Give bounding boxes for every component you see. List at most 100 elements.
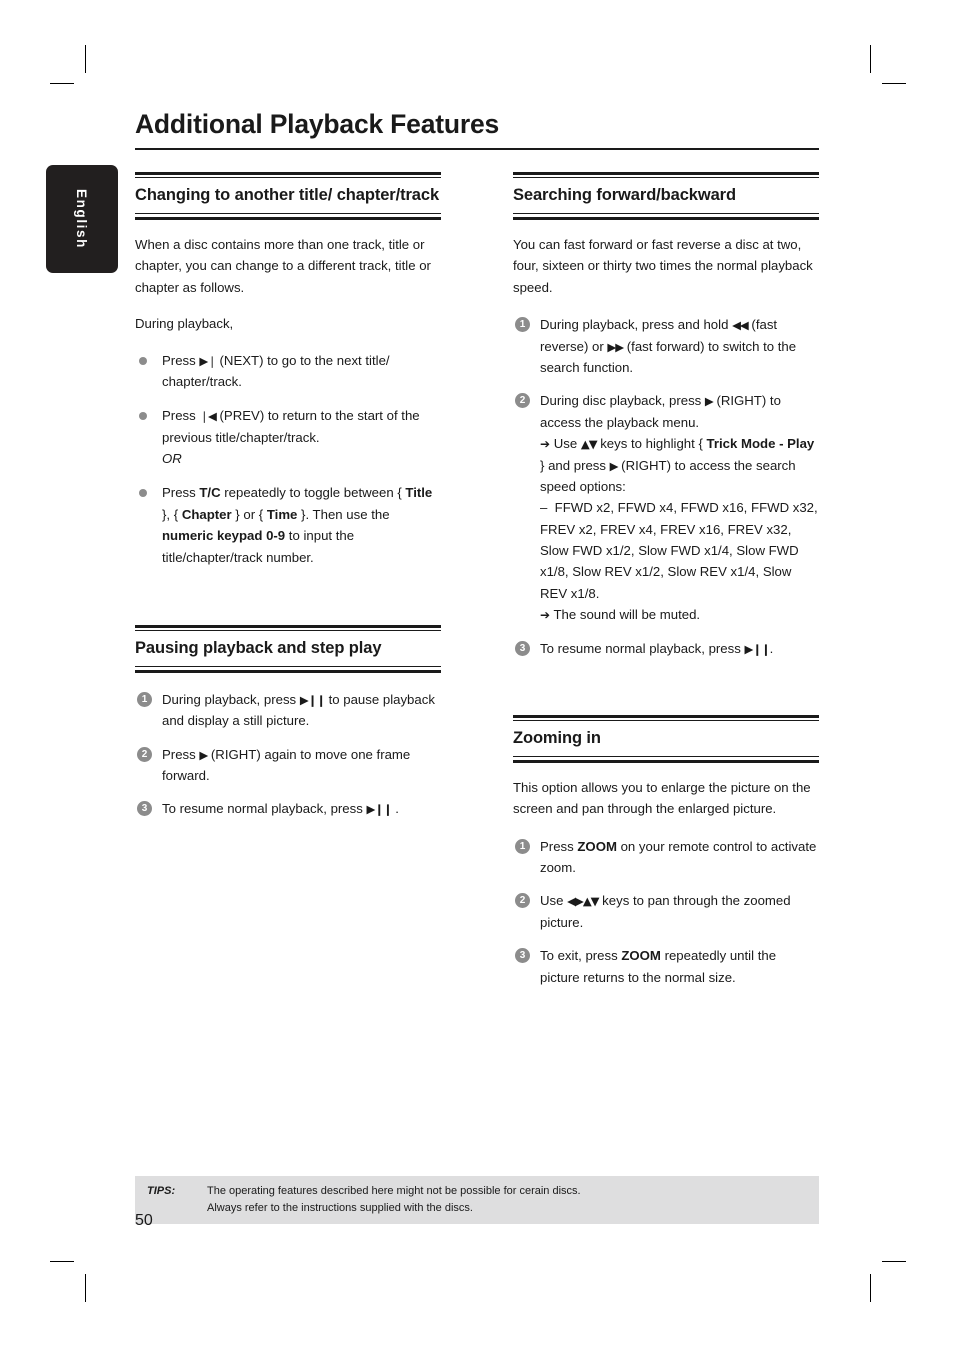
step-text-before: Use	[540, 893, 568, 909]
tips-content: TIPS: The operating features described h…	[135, 1183, 819, 1216]
numbered-step-list: 1 During playback, press ▶❙❙ to pause pl…	[135, 689, 441, 820]
fast-forward-icon: ▶▶	[607, 339, 624, 354]
sub-text-mid2: } and press	[540, 457, 610, 473]
step-text-before: To resume normal playback, press	[540, 640, 745, 656]
step-text-after: .	[391, 801, 399, 817]
sub-note-muted: The sound will be muted.	[550, 607, 701, 623]
search-speed-options: FFWD x2, FFWD x4, FFWD x16, FFWD x32, FR…	[540, 500, 818, 601]
menu-option-chapter: Chapter	[181, 506, 232, 522]
list-item: 3 To resume normal playback, press ▶❙❙.	[513, 638, 819, 659]
section-searching-forward-backward: Searching forward/backward You can fast …	[513, 172, 819, 659]
intro-paragraph: When a disc contains more than one track…	[135, 237, 431, 295]
tips-label: TIPS:	[147, 1185, 176, 1197]
or-note: OR	[162, 451, 182, 467]
page-number: 50	[135, 1212, 153, 1229]
menu-option-time: Time	[266, 506, 298, 522]
lead-in-paragraph: During playback,	[135, 316, 234, 332]
numbered-step-list: 1 During playback, press and hold ◀◀ (fa…	[513, 314, 819, 659]
bullet-dot-icon	[139, 356, 147, 365]
bullet-dot-icon	[139, 489, 147, 498]
crop-mark-top-left-vertical	[85, 45, 86, 73]
key-label-zoom: ZOOM	[577, 838, 617, 854]
language-tab: English	[46, 165, 118, 273]
step-text-before: To exit, press	[540, 948, 622, 964]
bullet-text-mid3: } or {	[231, 506, 267, 522]
list-item: 1 During playback, press ▶❙❙ to pause pl…	[135, 689, 441, 732]
right-arrow-icon: ▶	[704, 394, 714, 409]
list-item: 2 Use ◀▶▲▼ keys to pan through the zoome…	[513, 890, 819, 933]
right-arrow-icon: ▶	[609, 458, 619, 473]
tips-box: TIPS: The operating features described h…	[135, 1176, 819, 1224]
bullet-text-mid2: }, {	[162, 506, 182, 522]
step-number-badge: 3	[515, 640, 530, 656]
tips-line-2: Always refer to the instructions supplie…	[207, 1201, 473, 1214]
crop-mark-top-right-vertical	[870, 45, 871, 73]
tips-lines: The operating features described here mi…	[207, 1183, 819, 1216]
list-item: 3 To exit, press ZOOM repeatedly until t…	[513, 945, 819, 988]
step-number-badge: 1	[515, 317, 530, 333]
intro-paragraph: You can fast forward or fast reverse a d…	[513, 237, 813, 295]
section-heading: Pausing playback and step play	[135, 638, 382, 657]
crop-mark-bottom-left-horizontal	[50, 1261, 74, 1262]
section-body: This option allows you to enlarge the pi…	[513, 763, 819, 988]
list-item: Press ❘◀ (PREV) to return to the start o…	[135, 405, 441, 469]
bullet-text-before: Press	[162, 408, 200, 424]
step-text-before: Press	[540, 838, 578, 854]
bullet-text-before: Press	[162, 352, 200, 368]
page-title: Additional Playback Features	[135, 109, 500, 139]
bullet-text-mid4: }. Then use the	[297, 506, 390, 522]
step-number-badge: 1	[137, 691, 152, 707]
play-pause-icon: ▶❙❙	[744, 641, 771, 656]
sub-arrow-icon: ➔	[540, 608, 551, 623]
sub-arrow-icon: ➔	[540, 437, 551, 452]
section-body: When a disc contains more than one track…	[135, 220, 441, 568]
key-label-numeric-keypad: numeric keypad 0-9	[162, 528, 286, 544]
section-body: You can fast forward or fast reverse a d…	[513, 220, 819, 659]
direction-pad-arrows-icon: ◀▶▲▼	[567, 894, 599, 909]
section-pausing-playback-step-play: Pausing playback and step play 1 During …	[135, 624, 441, 820]
key-label-zoom: ZOOM	[621, 948, 661, 964]
menu-option-trick-mode-play: Trick Mode - Play	[706, 436, 815, 452]
previous-track-icon: ❘◀	[199, 409, 217, 424]
options-dash: –	[540, 500, 548, 516]
step-number-badge: 2	[515, 893, 530, 909]
list-item: 3 To resume normal playback, press ▶❙❙ .	[135, 798, 441, 819]
sub-text-mid: keys to highlight {	[596, 436, 707, 452]
play-pause-icon: ▶❙❙	[299, 692, 326, 707]
step-text-before: To resume normal playback, press	[162, 801, 367, 817]
section-heading: Searching forward/backward	[513, 186, 736, 205]
heading-rule-thick-bottom	[135, 669, 441, 673]
step-number-badge: 3	[515, 948, 530, 964]
list-item: Press T/C repeatedly to toggle between {…	[135, 482, 441, 568]
step-text-before: During disc playback, press	[540, 393, 705, 409]
page-title-rule	[135, 148, 819, 151]
page-content: Additional Playback Features Changing to…	[135, 109, 819, 1000]
intro-paragraph: This option allows you to enlarge the pi…	[513, 779, 811, 817]
section-heading: Zooming in	[513, 728, 601, 747]
fast-reverse-icon: ◀◀	[732, 318, 749, 333]
step-number-badge: 2	[137, 746, 152, 762]
section-heading: Changing to another title/ chapter/track	[135, 186, 440, 205]
crop-mark-top-left-horizontal	[50, 83, 74, 84]
step-number-badge: 1	[515, 838, 530, 854]
bullet-text-before: Press	[162, 485, 200, 501]
step-number-badge: 3	[137, 801, 152, 817]
step-text-after: .	[769, 640, 774, 656]
step-text-before: During playback, press and hold	[540, 317, 733, 333]
list-item: 2 Press ▶ (RIGHT) again to move one fram…	[135, 744, 441, 787]
language-tab-label: English	[74, 189, 90, 249]
up-down-arrow-icon: ▲▼	[580, 437, 598, 452]
crop-mark-bottom-left-vertical	[85, 1274, 86, 1302]
key-label-tc: T/C	[199, 485, 221, 501]
play-pause-icon: ▶❙❙	[366, 802, 393, 817]
right-column: Searching forward/backward You can fast …	[513, 172, 819, 1000]
crop-mark-bottom-right-horizontal	[882, 1261, 906, 1262]
crop-mark-top-right-horizontal	[882, 83, 906, 84]
tips-line-1: The operating features described here mi…	[207, 1185, 581, 1197]
list-item: 1 Press ZOOM on your remote control to a…	[513, 836, 819, 879]
section-changing-title-chapter-track: Changing to another title/ chapter/track…	[135, 172, 441, 568]
list-item: Press ▶❘ (NEXT) to go to the next title/…	[135, 350, 441, 393]
bullet-text-mid1: repeatedly to toggle between {	[220, 485, 406, 501]
crop-mark-bottom-right-vertical	[870, 1274, 871, 1302]
